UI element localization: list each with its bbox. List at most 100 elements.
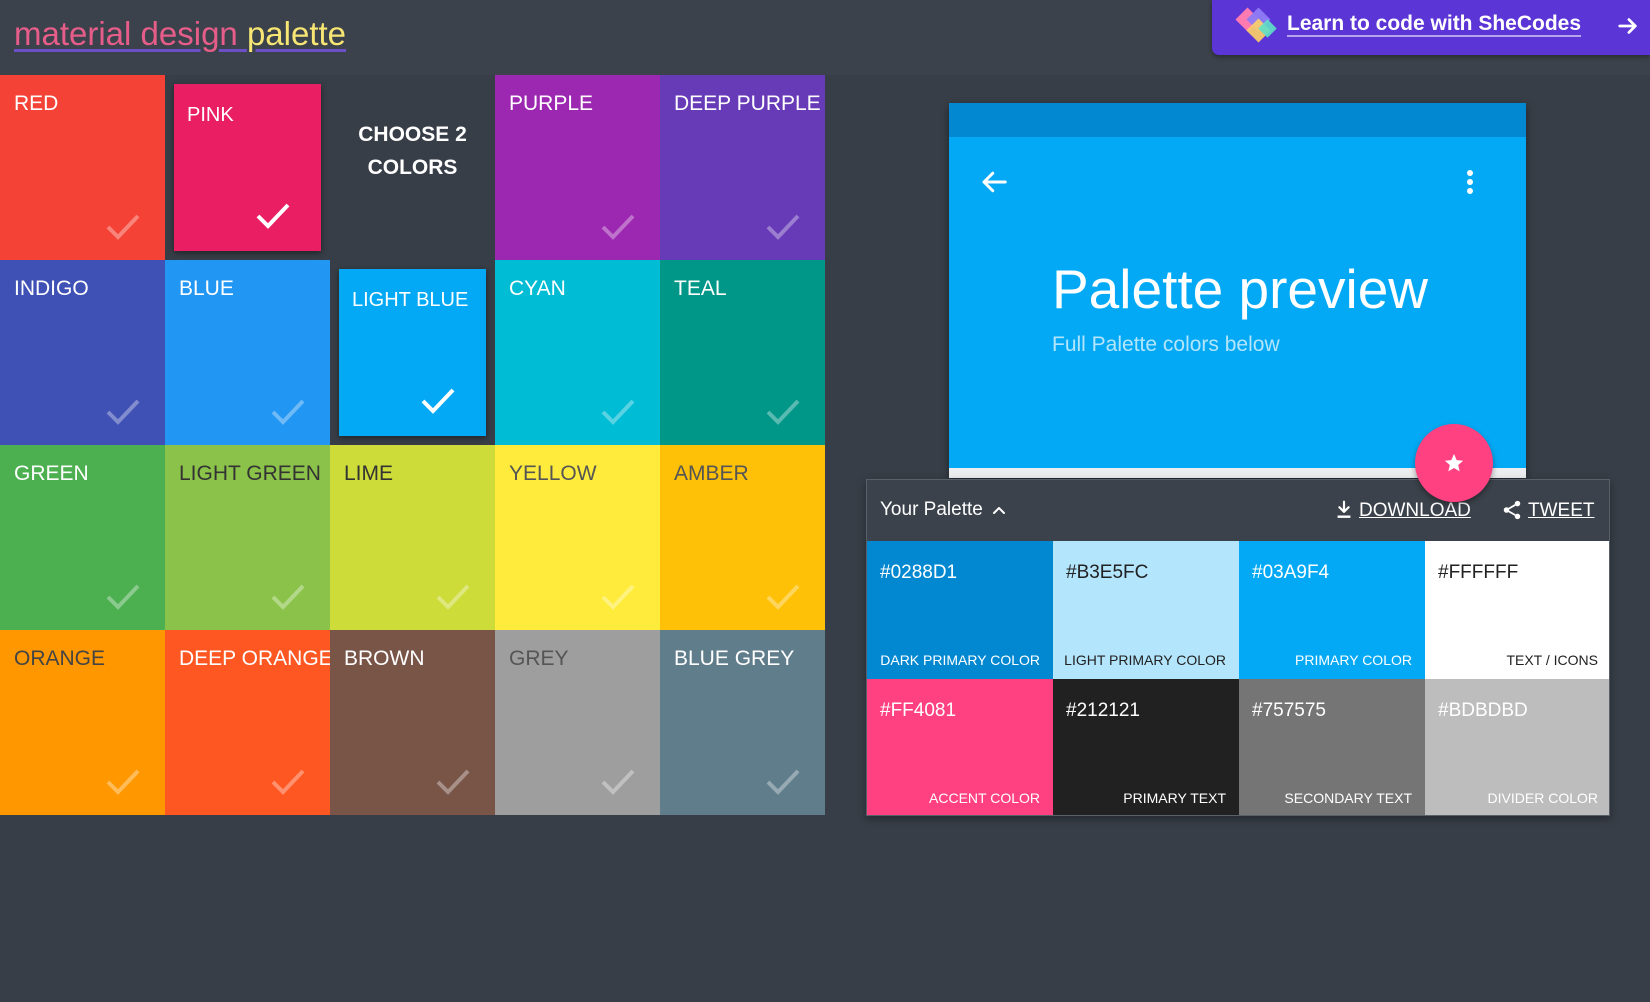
- color-tile-label: LIME: [344, 462, 394, 485]
- color-tile-blue[interactable]: BLUE: [165, 260, 330, 445]
- star-icon: [1444, 453, 1464, 472]
- color-tile-pink[interactable]: PINK: [174, 84, 321, 251]
- swatch-role-label: PRIMARY COLOR: [1295, 652, 1412, 668]
- color-tile-teal[interactable]: TEAL: [660, 260, 825, 445]
- download-button[interactable]: DOWNLOAD: [1359, 500, 1471, 522]
- checkmark-icon: [106, 399, 140, 425]
- top-bar: material design palette Learn to code wi…: [0, 0, 1650, 75]
- swatch-hex-value: #03A9F4: [1252, 562, 1330, 583]
- palette-swatch-light-primary-color[interactable]: #B3E5FC LIGHT PRIMARY COLOR: [1053, 541, 1239, 679]
- tweet-button[interactable]: TWEET: [1528, 500, 1595, 522]
- swatch-hex-value: #FF4081: [880, 700, 957, 721]
- color-tile-red[interactable]: RED: [0, 75, 165, 260]
- checkmark-icon: [256, 203, 290, 229]
- shecodes-logo-icon: [1235, 7, 1277, 43]
- color-tile-label: PURPLE: [509, 92, 594, 115]
- color-tile-label: CYAN: [509, 277, 566, 300]
- swatch-hex-value: #757575: [1252, 700, 1326, 721]
- color-tile-label: DEEP PURPLE: [674, 92, 821, 115]
- color-tile-blue-grey[interactable]: BLUE GREY: [660, 630, 825, 815]
- color-tile-lime[interactable]: LIME: [330, 445, 495, 630]
- color-tile-label: GREY: [509, 647, 569, 670]
- swatch-hex-value: #212121: [1066, 700, 1140, 721]
- checkmark-icon: [766, 584, 800, 610]
- swatch-role-label: TEXT / ICONS: [1506, 652, 1598, 668]
- swatch-role-label: SECONDARY TEXT: [1284, 790, 1412, 806]
- palette-title[interactable]: Your Palette: [880, 499, 983, 521]
- preview-fab-button[interactable]: [1415, 424, 1493, 502]
- palette-preview-device: Palette preview Full Palette colors belo…: [949, 103, 1526, 478]
- arrow-back-icon[interactable]: [979, 167, 1009, 197]
- checkmark-icon: [106, 214, 140, 240]
- checkmark-icon: [766, 769, 800, 795]
- color-tile-label: DEEP ORANGE: [179, 647, 330, 670]
- swatch-hex-value: #BDBDBD: [1438, 700, 1528, 721]
- checkmark-icon: [766, 399, 800, 425]
- promo-text: Learn to code with SheCodes: [1287, 12, 1582, 35]
- color-tile-yellow[interactable]: YELLOW: [495, 445, 660, 630]
- palette-swatch-dark-primary-color[interactable]: #0288D1 DARK PRIMARY COLOR: [867, 541, 1053, 679]
- checkmark-icon: [601, 769, 635, 795]
- checkmark-icon: [766, 214, 800, 240]
- color-tile-label: BLUE GREY: [674, 647, 795, 670]
- checkmark-icon: [601, 584, 635, 610]
- color-tile-label: GREEN: [14, 462, 89, 485]
- logo-text-material-design: material design: [14, 15, 238, 52]
- color-tile-light-green[interactable]: LIGHT GREEN: [165, 445, 330, 630]
- checkmark-icon: [436, 769, 470, 795]
- color-tile-label: INDIGO: [14, 277, 89, 300]
- color-tile-brown[interactable]: BROWN: [330, 630, 495, 815]
- palette-swatch-text-icons[interactable]: #FFFFFF TEXT / ICONS: [1425, 541, 1609, 679]
- site-logo[interactable]: material design palette: [14, 14, 346, 54]
- arrow-right-icon: [1618, 18, 1637, 34]
- color-tile-label: TEAL: [674, 277, 727, 300]
- color-tile-green[interactable]: GREEN: [0, 445, 165, 630]
- logo-text-palette: palette: [246, 15, 347, 52]
- download-icon[interactable]: [1333, 499, 1355, 521]
- color-tile-purple[interactable]: PURPLE: [495, 75, 660, 260]
- more-vert-icon[interactable]: [1463, 167, 1477, 197]
- palette-swatch-secondary-text[interactable]: #757575 SECONDARY TEXT: [1239, 679, 1425, 815]
- preview-status-bar: [949, 103, 1526, 137]
- color-tile-label: ORANGE: [14, 647, 106, 670]
- checkmark-icon: [271, 584, 305, 610]
- palette-swatch-primary-color[interactable]: #03A9F4 PRIMARY COLOR: [1239, 541, 1425, 679]
- color-tile-cyan[interactable]: CYAN: [495, 260, 660, 445]
- palette-swatch-accent-color[interactable]: #FF4081 ACCENT COLOR: [867, 679, 1053, 815]
- swatch-role-label: DIVIDER COLOR: [1487, 790, 1598, 806]
- palette-header: Your Palette DOWNLOAD TWEET: [867, 480, 1609, 541]
- color-tile-label: YELLOW: [509, 462, 597, 485]
- swatch-role-label: PRIMARY TEXT: [1123, 790, 1226, 806]
- choose-colors-text: CHOOSE 2 COLORS: [358, 123, 467, 179]
- checkmark-icon: [601, 399, 635, 425]
- checkmark-icon: [271, 399, 305, 425]
- color-tile-label: BROWN: [344, 647, 425, 670]
- share-icon[interactable]: [1501, 499, 1523, 521]
- color-tile-orange[interactable]: ORANGE: [0, 630, 165, 815]
- color-tile-indigo[interactable]: INDIGO: [0, 260, 165, 445]
- swatch-role-label: DARK PRIMARY COLOR: [880, 652, 1040, 668]
- palette-swatch-divider-color[interactable]: #BDBDBD DIVIDER COLOR: [1425, 679, 1609, 815]
- checkmark-icon: [601, 214, 635, 240]
- color-tile-deep-orange[interactable]: DEEP ORANGE: [165, 630, 330, 815]
- color-tile-label: AMBER: [674, 462, 749, 485]
- palette-swatch-primary-text[interactable]: #212121 PRIMARY TEXT: [1053, 679, 1239, 815]
- color-tile-label: BLUE: [179, 277, 234, 300]
- color-tile-amber[interactable]: AMBER: [660, 445, 825, 630]
- swatch-role-label: ACCENT COLOR: [929, 790, 1040, 806]
- shecodes-promo-banner[interactable]: Learn to code with SheCodes: [1212, 0, 1650, 55]
- color-tile-deep-purple[interactable]: DEEP PURPLE: [660, 75, 825, 260]
- choose-colors-prompt: CHOOSE 2 COLORS: [330, 75, 495, 260]
- color-tile-light-blue[interactable]: LIGHT BLUE: [339, 269, 486, 436]
- swatch-hex-value: #FFFFFF: [1438, 562, 1519, 583]
- preview-subtitle: Full Palette colors below: [1052, 333, 1280, 356]
- chevron-up-icon[interactable]: [992, 503, 1006, 517]
- checkmark-icon: [436, 584, 470, 610]
- color-tile-grey[interactable]: GREY: [495, 630, 660, 815]
- swatch-hex-value: #0288D1: [880, 562, 958, 583]
- checkmark-icon: [106, 769, 140, 795]
- your-palette-panel: Your Palette DOWNLOAD TWEET #0288D1 DARK …: [866, 479, 1610, 816]
- checkmark-icon: [271, 769, 305, 795]
- color-tile-label: LIGHT BLUE: [352, 289, 469, 311]
- preview-title: Palette preview: [1052, 258, 1429, 320]
